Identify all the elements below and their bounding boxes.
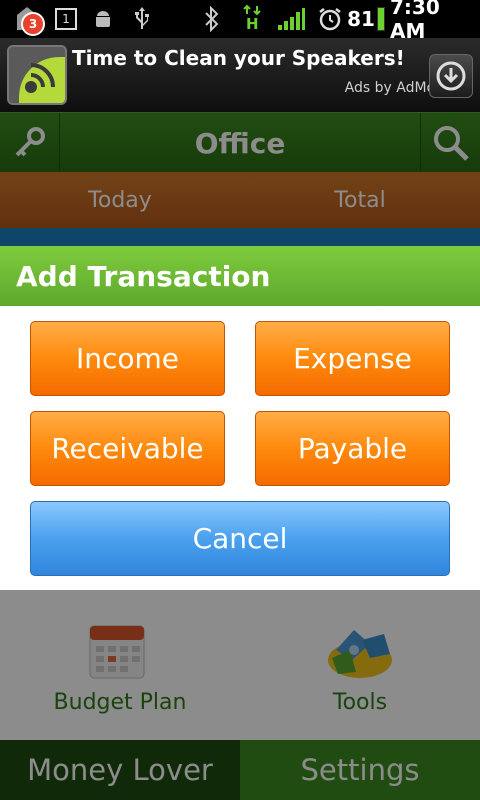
network-type-label: H (246, 15, 259, 33)
android-icon (90, 0, 116, 38)
ad-banner[interactable]: Time to Clean your Speakers! Ads by AdMo… (0, 38, 480, 112)
sim-icon: 1 (54, 0, 78, 38)
income-button[interactable]: Income (30, 321, 225, 396)
bluetooth-icon (200, 0, 224, 38)
data-icon: H (240, 0, 266, 38)
cancel-button[interactable]: Cancel (30, 501, 450, 576)
notification-count-badge: 3 (21, 12, 45, 36)
download-icon[interactable] (429, 54, 473, 98)
clock: 7:30 AM (390, 0, 440, 43)
sim-label: 1 (55, 8, 77, 30)
speaker-app-icon (7, 45, 67, 105)
usb-icon (130, 0, 154, 38)
ad-title: Time to Clean your Speakers! (72, 46, 405, 70)
receivable-button[interactable]: Receivable (30, 411, 225, 486)
battery-level: 81 (347, 7, 375, 31)
dialog-title: Add Transaction (0, 246, 480, 306)
payable-button[interactable]: Payable (255, 411, 450, 486)
battery-icon (376, 0, 386, 38)
status-bar: 3 1 H 81 7:30 AM (0, 0, 480, 43)
alarm-icon (316, 0, 344, 38)
add-transaction-dialog: Add Transaction Income Expense Receivabl… (0, 246, 480, 590)
expense-button[interactable]: Expense (255, 321, 450, 396)
signal-icon (276, 0, 306, 38)
